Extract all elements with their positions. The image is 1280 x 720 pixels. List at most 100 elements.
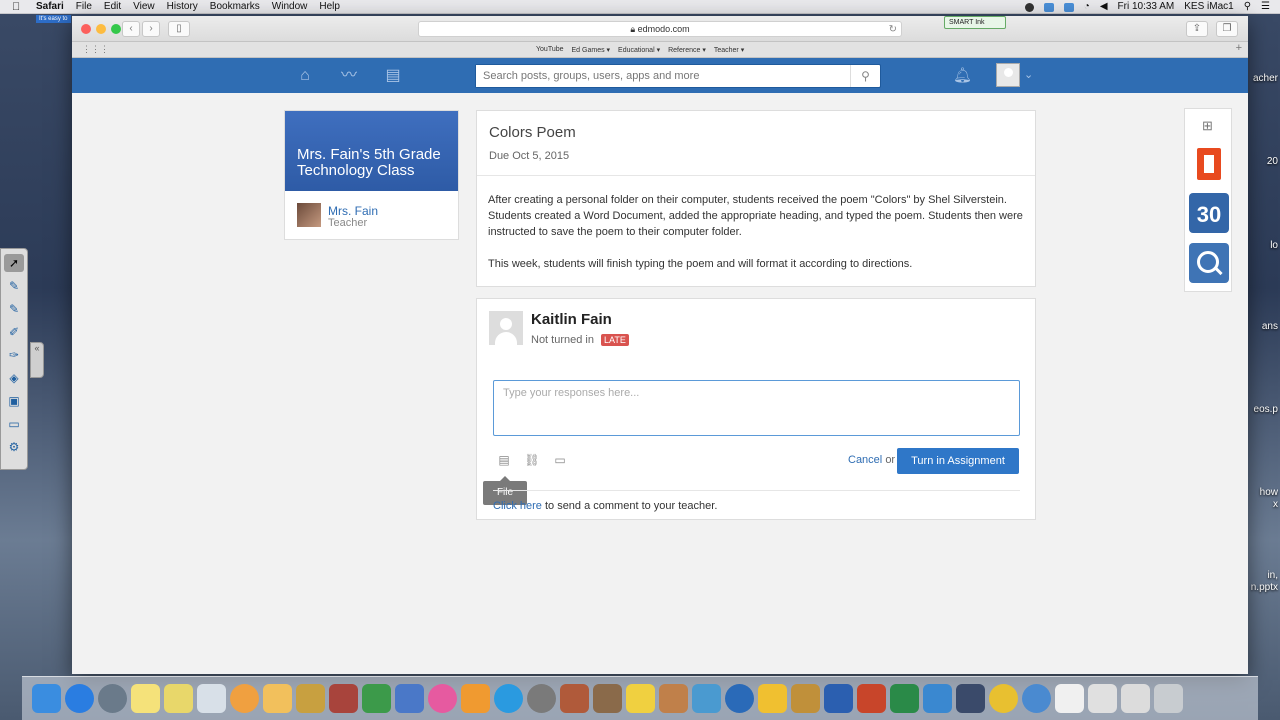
game-app-icon[interactable] <box>560 684 589 713</box>
user-avatar[interactable] <box>996 63 1020 87</box>
bookmark-educational[interactable]: Educational ▾ <box>618 46 660 54</box>
address-bar[interactable]: 🔒︎ edmodo.com ↻ <box>418 21 902 37</box>
apps-grid-icon[interactable]: ⊞ <box>1202 118 1213 134</box>
spotlight-icon[interactable]: ⚲ <box>1244 0 1251 14</box>
minimize-window-button[interactable] <box>96 24 106 34</box>
launchpad-icon[interactable] <box>98 684 127 713</box>
cancel-link[interactable]: Cancel <box>848 454 882 466</box>
document-icon[interactable] <box>1055 684 1084 713</box>
desktop-label[interactable]: acher <box>1253 73 1278 84</box>
desktop-label[interactable]: 20 <box>1267 156 1278 167</box>
word-icon[interactable] <box>824 684 853 713</box>
imovie-star-icon[interactable] <box>296 684 325 713</box>
progress-pulse-icon[interactable]: 〰 <box>339 66 359 86</box>
settings-icon[interactable]: ⚙ <box>4 438 24 456</box>
forward-arrow-icon[interactable]: › <box>142 21 160 37</box>
clock[interactable]: Fri 10:33 AM <box>1118 0 1175 14</box>
preview-icon[interactable] <box>197 684 226 713</box>
game-app-icon[interactable] <box>791 684 820 713</box>
file-attach-icon[interactable]: ▤ <box>496 452 512 468</box>
top-sites-grid-icon[interactable]: ⋮⋮⋮ <box>82 44 109 55</box>
menu-bookmarks[interactable]: Bookmarks <box>210 0 260 14</box>
search-icon[interactable]: ⚲ <box>850 65 880 87</box>
highlighter-icon[interactable]: ✐ <box>4 323 24 341</box>
photos-icon[interactable] <box>230 684 259 713</box>
notification-center-icon[interactable]: ☰ <box>1261 0 1270 14</box>
desktop-label[interactable]: n.pptx <box>1251 582 1278 593</box>
select-tool-icon[interactable]: ➚ <box>4 254 24 272</box>
keynote-icon[interactable] <box>395 684 424 713</box>
chevron-down-icon[interactable]: ⌄ <box>1024 68 1033 81</box>
volume-icon[interactable]: ◀ <box>1100 0 1108 14</box>
reload-icon[interactable]: ↻ <box>889 22 897 37</box>
share-icon[interactable]: ⇪ <box>1186 21 1208 37</box>
desktop-label[interactable]: in, <box>1267 570 1278 581</box>
menu-history[interactable]: History <box>167 0 198 14</box>
link-attach-icon[interactable]: ⛓ <box>524 452 540 468</box>
user-name[interactable]: KES iMac1 <box>1184 0 1233 14</box>
bookmark-reference[interactable]: Reference ▾ <box>668 46 706 54</box>
sidebar-toggle-icon[interactable]: ▯ <box>168 21 190 37</box>
smart-notebook-icon[interactable] <box>923 684 952 713</box>
apple-menu-icon[interactable]:  <box>12 1 26 13</box>
stickies-icon[interactable] <box>164 684 193 713</box>
creative-pen-icon[interactable]: ✑ <box>4 346 24 364</box>
desktop-label[interactable]: x <box>1273 499 1278 510</box>
menu-edit[interactable]: Edit <box>104 0 121 14</box>
quicktime-icon[interactable] <box>1022 684 1051 713</box>
quiz-app-icon[interactable] <box>1189 243 1229 283</box>
show-tabs-icon[interactable]: ❐ <box>1216 21 1238 37</box>
document-camera-icon[interactable] <box>956 684 985 713</box>
library-attach-icon[interactable]: ▭ <box>552 452 568 468</box>
new-tab-plus-icon[interactable]: + <box>1236 42 1242 54</box>
notifications-bell-icon[interactable]: 🔔︎ <box>953 66 972 84</box>
chrome-icon[interactable] <box>989 684 1018 713</box>
itunes-icon[interactable] <box>428 684 457 713</box>
finder-icon[interactable] <box>32 684 61 713</box>
keyboard-icon[interactable]: ▭ <box>4 415 24 433</box>
numbers-icon[interactable] <box>362 684 391 713</box>
wifi-icon[interactable]: ◔ <box>1084 0 1090 14</box>
pen-tool-icon[interactable]: ✎ <box>4 277 24 295</box>
group-name[interactable]: Mrs. Fain's 5th Grade Technology Class <box>285 111 458 191</box>
game-app-icon[interactable] <box>758 684 787 713</box>
menu-view[interactable]: View <box>133 0 155 14</box>
trash-icon[interactable] <box>1154 684 1183 713</box>
bookmark-youtube[interactable]: YouTube <box>536 46 564 54</box>
powerpoint-icon[interactable] <box>857 684 886 713</box>
menu-help[interactable]: Help <box>319 0 340 14</box>
app-store-icon[interactable] <box>494 684 523 713</box>
click-here-link[interactable]: Click here <box>493 500 542 512</box>
menu-file[interactable]: File <box>76 0 92 14</box>
dictionary-icon[interactable] <box>329 684 358 713</box>
system-preferences-icon[interactable] <box>527 684 556 713</box>
desktop-label[interactable]: how <box>1260 487 1278 498</box>
document-icon[interactable] <box>1088 684 1117 713</box>
excel-icon[interactable] <box>890 684 919 713</box>
home-icon[interactable]: ⌂ <box>295 66 315 86</box>
response-textarea[interactable] <box>493 380 1020 436</box>
calendar-app-icon[interactable]: 30 <box>1189 193 1229 233</box>
text-tool-icon[interactable]: ▣ <box>4 392 24 410</box>
ibooks-icon[interactable] <box>461 684 490 713</box>
game-app-icon[interactable] <box>593 684 622 713</box>
search-input[interactable] <box>476 65 848 87</box>
turn-in-assignment-button[interactable]: Turn in Assignment <box>897 448 1019 474</box>
bookmark-ed-games[interactable]: Ed Games ▾ <box>572 46 611 54</box>
planner-icon[interactable]: ▤ <box>383 66 403 86</box>
eraser-icon[interactable]: ◈ <box>4 369 24 387</box>
record-icon[interactable] <box>1024 2 1034 12</box>
menu-app-safari[interactable]: Safari <box>36 0 64 14</box>
typing-app-icon[interactable] <box>725 684 754 713</box>
bookmark-teacher[interactable]: Teacher ▾ <box>714 46 744 54</box>
pen-alt-tool-icon[interactable]: ✎ <box>4 300 24 318</box>
back-arrow-icon[interactable]: ‹ <box>122 21 140 37</box>
smart-ink-toolbar[interactable]: SMART Ink <box>944 16 1006 29</box>
folder-icon[interactable] <box>1121 684 1150 713</box>
teacher-avatar[interactable] <box>297 203 321 227</box>
game-app-icon[interactable] <box>692 684 721 713</box>
game-app-icon[interactable] <box>626 684 655 713</box>
desktop-label[interactable]: eos.p <box>1254 404 1278 415</box>
office-app-icon[interactable] <box>1189 144 1229 184</box>
desktop-label[interactable]: lo <box>1270 240 1278 251</box>
